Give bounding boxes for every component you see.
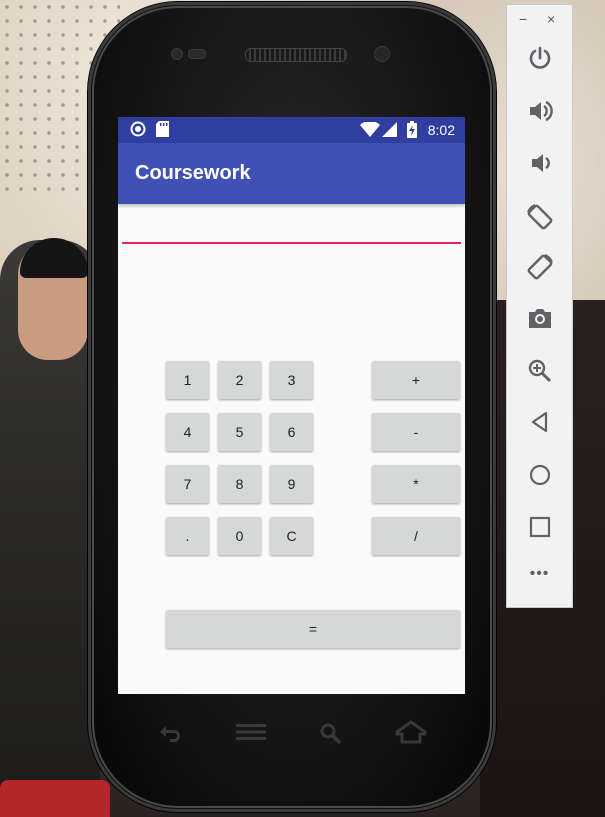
button-multiply[interactable]: * bbox=[372, 465, 460, 503]
back-icon[interactable] bbox=[507, 410, 572, 440]
hw-home-icon[interactable] bbox=[395, 720, 427, 750]
button-6[interactable]: 6 bbox=[270, 413, 313, 451]
button-clear[interactable]: C bbox=[270, 517, 313, 555]
minimize-button[interactable]: − bbox=[519, 11, 527, 27]
overview-icon[interactable] bbox=[507, 515, 572, 545]
battery-charging-icon bbox=[407, 121, 417, 141]
rotate-right-icon[interactable] bbox=[507, 252, 572, 288]
hw-menu-icon[interactable] bbox=[236, 722, 266, 748]
status-bar: 8:02 bbox=[118, 117, 465, 143]
earpiece-speaker bbox=[245, 48, 347, 62]
proximity-sensor bbox=[188, 49, 206, 59]
button-9[interactable]: 9 bbox=[270, 465, 313, 503]
button-8[interactable]: 8 bbox=[218, 465, 261, 503]
volume-down-icon[interactable] bbox=[507, 150, 572, 182]
notification-circle-icon bbox=[130, 121, 146, 140]
button-5[interactable]: 5 bbox=[218, 413, 261, 451]
front-camera bbox=[374, 46, 390, 62]
button-divide[interactable]: / bbox=[372, 517, 460, 555]
volume-up-icon[interactable] bbox=[507, 98, 572, 130]
device-screen: 8:02 Coursework 1 2 3 4 5 6 7 8 9 . 0 C … bbox=[118, 117, 465, 694]
button-4[interactable]: 4 bbox=[166, 413, 209, 451]
button-0[interactable]: 0 bbox=[218, 517, 261, 555]
cell-signal-icon bbox=[382, 122, 397, 140]
hw-back-icon[interactable] bbox=[156, 720, 184, 750]
wifi-icon bbox=[360, 120, 380, 140]
display-input-field[interactable] bbox=[122, 242, 461, 244]
background-suitcase bbox=[0, 780, 110, 817]
sd-card-icon bbox=[156, 121, 169, 140]
hw-search-icon[interactable] bbox=[319, 722, 343, 752]
more-icon[interactable]: ••• bbox=[507, 565, 572, 583]
button-add[interactable]: + bbox=[372, 361, 460, 399]
zoom-icon[interactable] bbox=[507, 358, 572, 390]
home-icon[interactable] bbox=[507, 463, 572, 493]
power-icon[interactable] bbox=[507, 45, 572, 77]
rotate-left-icon[interactable] bbox=[507, 202, 572, 238]
camera-icon[interactable] bbox=[507, 306, 572, 336]
app-bar: Coursework bbox=[118, 143, 465, 204]
button-equals[interactable]: = bbox=[166, 610, 460, 648]
button-1[interactable]: 1 bbox=[166, 361, 209, 399]
close-button[interactable]: × bbox=[547, 11, 555, 27]
button-decimal[interactable]: . bbox=[166, 517, 209, 555]
status-time: 8:02 bbox=[427, 122, 455, 138]
button-3[interactable]: 3 bbox=[270, 361, 313, 399]
emulator-control-panel: − × ••• bbox=[506, 4, 573, 608]
button-7[interactable]: 7 bbox=[166, 465, 209, 503]
front-sensor bbox=[171, 48, 183, 60]
app-title: Coursework bbox=[135, 162, 251, 184]
button-2[interactable]: 2 bbox=[218, 361, 261, 399]
button-subtract[interactable]: - bbox=[372, 413, 460, 451]
